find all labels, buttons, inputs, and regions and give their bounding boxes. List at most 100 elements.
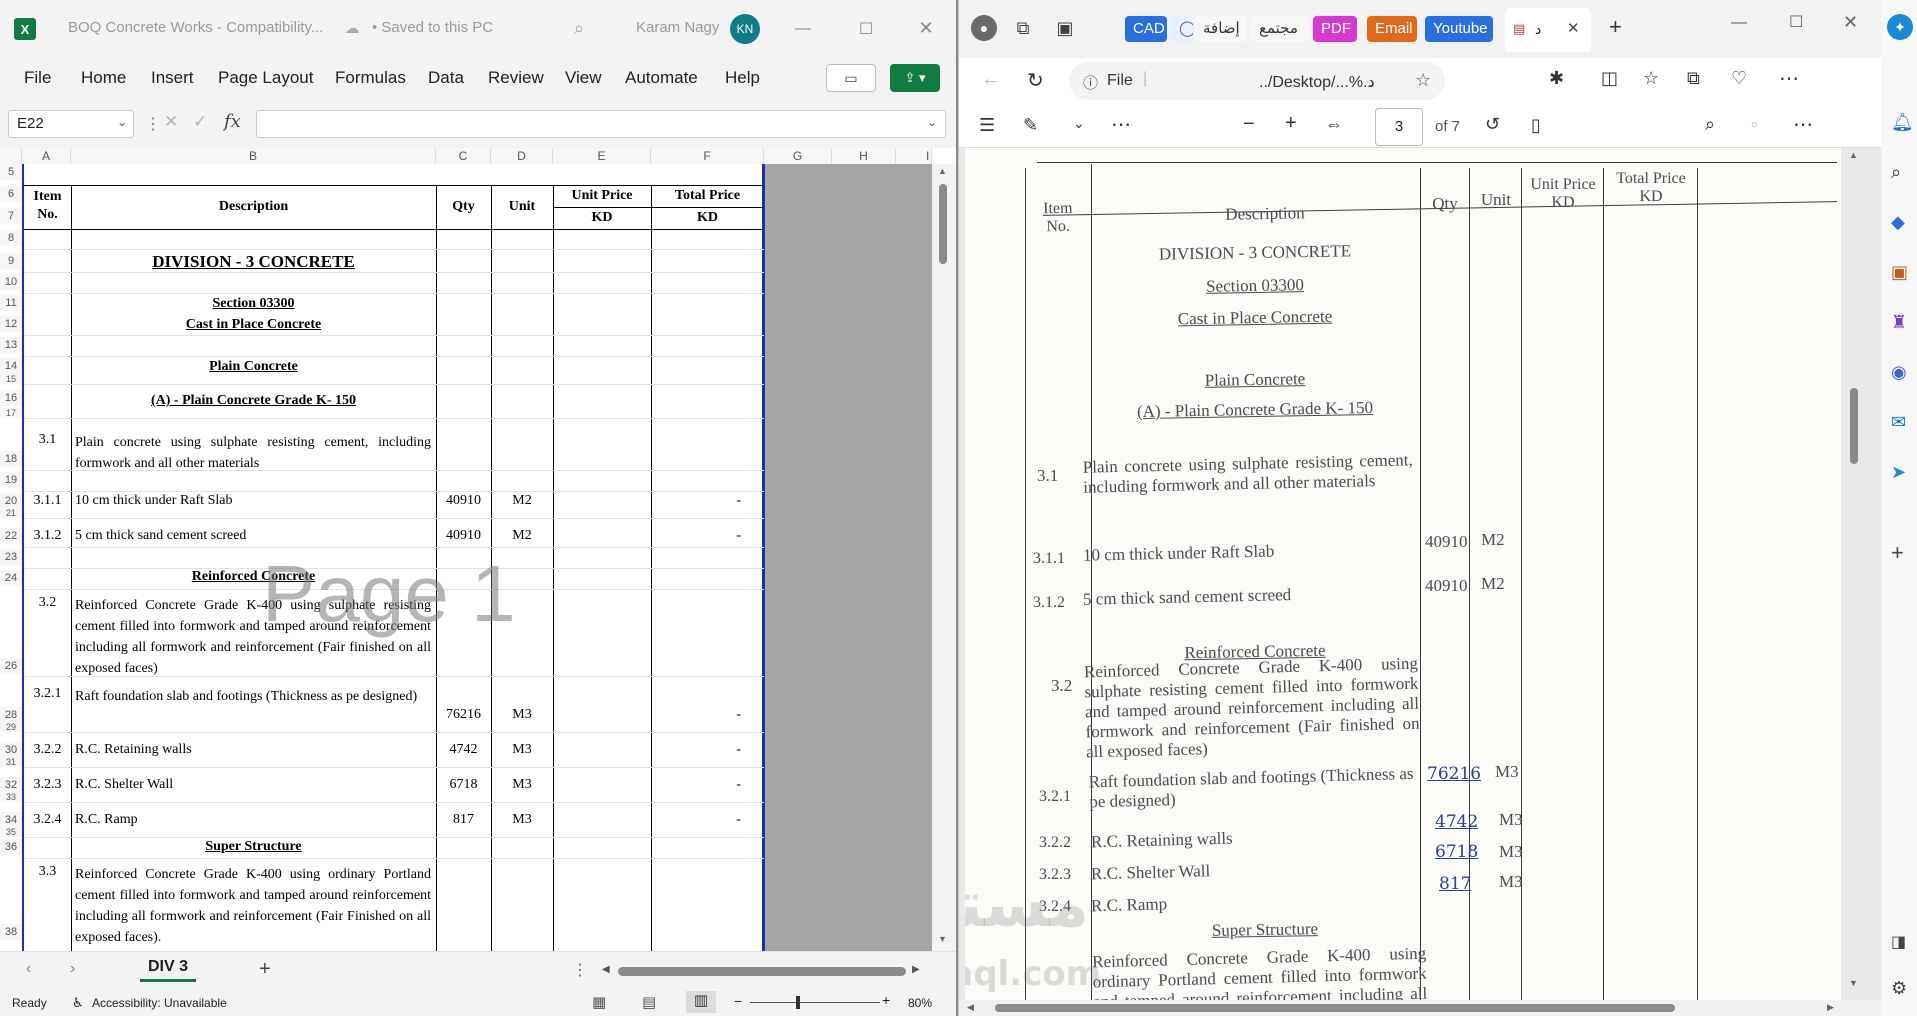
insert-function-icon[interactable]: fx: [224, 111, 241, 132]
formula-input[interactable]: ⌄: [256, 110, 946, 138]
item-no[interactable]: 3.2.2: [24, 742, 71, 758]
section-number[interactable]: Section 03300: [71, 296, 436, 312]
item-unit[interactable]: M2: [491, 493, 553, 509]
item-total[interactable]: -: [651, 528, 741, 544]
page-view-icon[interactable]: ▯: [1531, 115, 1541, 136]
expand-formula-icon[interactable]: ⌄: [927, 115, 937, 129]
maximize-icon[interactable]: ☐: [1789, 12, 1803, 32]
header-item-no[interactable]: Item No.: [24, 188, 71, 224]
item-qty[interactable]: 4742: [436, 742, 491, 758]
cancel-entry-icon[interactable]: ✕: [164, 112, 178, 132]
row-header[interactable]: 24: [0, 570, 22, 586]
search-icon[interactable]: ⌕: [568, 17, 590, 39]
find-icon[interactable]: ⌕: [1705, 114, 1715, 135]
row-header[interactable]: 38: [0, 924, 22, 940]
hscroll-left-icon[interactable]: ◀: [602, 964, 610, 975]
menu-review[interactable]: Review: [488, 68, 544, 88]
more-options-icon[interactable]: ⋮: [145, 114, 161, 134]
column-header-e[interactable]: E: [553, 148, 651, 164]
pdf-viewport[interactable]: Item No. Description Qty Unit Unit Price…: [959, 148, 1881, 1002]
minimize-icon[interactable]: —: [1731, 14, 1747, 32]
item-qty[interactable]: 40910: [436, 493, 491, 509]
menu-automate[interactable]: Automate: [625, 68, 698, 88]
confirm-entry-icon[interactable]: ✓: [193, 112, 207, 132]
item-no[interactable]: 3.2.1: [24, 686, 71, 702]
tab-youtube[interactable]: Youtube: [1425, 16, 1493, 42]
item-total[interactable]: -: [651, 742, 741, 758]
row-header[interactable]: 6: [0, 186, 22, 202]
row-header[interactable]: 18: [0, 451, 22, 467]
super-structure-heading[interactable]: Super Structure: [71, 839, 436, 855]
item-qty[interactable]: 40910: [436, 528, 491, 544]
tab-cad[interactable]: CAD: [1125, 16, 1167, 42]
row-header[interactable]: 33: [0, 792, 22, 802]
split-screen-icon[interactable]: ◫: [1601, 68, 1618, 89]
extensions-icon[interactable]: ✱: [1549, 68, 1564, 89]
column-header-h[interactable]: H: [832, 148, 896, 164]
page-number-input[interactable]: 3: [1375, 108, 1423, 146]
menu-view[interactable]: View: [565, 68, 602, 88]
hscroll-right-icon[interactable]: ▶: [912, 964, 920, 975]
refresh-icon[interactable]: ↻: [1027, 68, 1044, 93]
workspaces-icon[interactable]: ⧉: [1011, 16, 1035, 40]
item-unit[interactable]: M3: [491, 742, 553, 758]
item-qty[interactable]: 6718: [436, 777, 491, 793]
tab-pdf[interactable]: PDF: [1313, 16, 1357, 42]
contents-icon[interactable]: ☰: [979, 115, 995, 136]
row-header[interactable]: 32: [0, 777, 22, 793]
item-unit[interactable]: M3: [491, 812, 553, 828]
row-header[interactable]: 36: [0, 839, 22, 855]
favorite-star-icon[interactable]: ☆: [1415, 70, 1431, 91]
row-header[interactable]: 21: [0, 508, 22, 518]
item-total[interactable]: -: [651, 493, 741, 509]
row-header[interactable]: 15: [0, 374, 22, 384]
drop-icon[interactable]: ➤: [1891, 462, 1906, 483]
address-bar[interactable]: ⓘ File | ../Desktop/...%.د ☆: [1069, 62, 1445, 100]
chevron-down-icon[interactable]: ⌄: [1073, 115, 1085, 132]
copilot-icon[interactable]: ✦: [1887, 14, 1913, 40]
favorites-icon[interactable]: ☆: [1643, 68, 1659, 89]
worksheet-grid[interactable]: A B C D E F G H I ▲ ▼ 5 6 7 8 9 10 11 12…: [0, 148, 956, 951]
row-header[interactable]: 13: [0, 337, 22, 353]
column-header-d[interactable]: D: [491, 148, 553, 164]
hscroll-right-icon[interactable]: ▶: [1827, 1002, 1834, 1013]
sheet-options-icon[interactable]: ⋮: [572, 960, 588, 980]
saved-status[interactable]: • Saved to this PC: [372, 19, 493, 36]
row-header[interactable]: 31: [0, 757, 22, 767]
scroll-up-icon[interactable]: ▲: [938, 166, 947, 176]
zoom-out-icon[interactable]: −: [734, 993, 742, 1009]
zoom-level[interactable]: 80%: [908, 996, 932, 1010]
item-total[interactable]: -: [651, 812, 741, 828]
share-button[interactable]: ⇪ ▾: [890, 64, 940, 92]
item-no[interactable]: 3.1: [24, 432, 71, 448]
item-no[interactable]: 3.3: [24, 864, 71, 880]
close-icon[interactable]: ✕: [1843, 12, 1858, 33]
row-header[interactable]: 23: [0, 549, 22, 565]
page-layout-view-icon[interactable]: ▤: [642, 993, 656, 1011]
row-header[interactable]: 17: [0, 408, 22, 418]
user-avatar[interactable]: KN: [730, 14, 760, 44]
header-unit[interactable]: Unit: [491, 199, 553, 215]
vertical-scrollbar[interactable]: ▲ ▼: [932, 164, 956, 951]
page-break-preview-icon[interactable]: ▥: [686, 991, 716, 1013]
zoom-slider-thumb[interactable]: [796, 996, 800, 1009]
chevron-down-icon[interactable]: ⌄: [117, 115, 127, 129]
section-title[interactable]: Cast in Place Concrete: [71, 317, 436, 333]
close-tab-icon[interactable]: ✕: [1567, 19, 1580, 37]
row-header[interactable]: 35: [0, 827, 22, 837]
notifications-icon[interactable]: 🔔︎: [1891, 112, 1914, 133]
column-header-f[interactable]: F: [651, 148, 764, 164]
header-total-price[interactable]: Total Price: [651, 188, 764, 204]
pdf-hscroll-thumb[interactable]: [995, 1004, 1675, 1012]
menu-formulas[interactable]: Formulas: [335, 68, 406, 88]
horizontal-scrollbar-thumb[interactable]: [618, 967, 906, 976]
hscroll-left-icon[interactable]: ◀: [967, 1002, 974, 1013]
item-unit[interactable]: M2: [491, 528, 553, 544]
item-description[interactable]: Plain concrete using sulphate resisting …: [75, 432, 431, 474]
pdf-horizontal-scrollbar[interactable]: ◀ ▶: [959, 1000, 1881, 1016]
add-sheet-icon[interactable]: +: [259, 958, 271, 981]
pdf-more-icon[interactable]: ⋯: [1793, 112, 1813, 137]
hide-sidebar-icon[interactable]: ◨: [1891, 932, 1906, 952]
row-header[interactable]: 22: [0, 528, 22, 544]
item-description[interactable]: R.C. Retaining walls: [75, 742, 431, 758]
